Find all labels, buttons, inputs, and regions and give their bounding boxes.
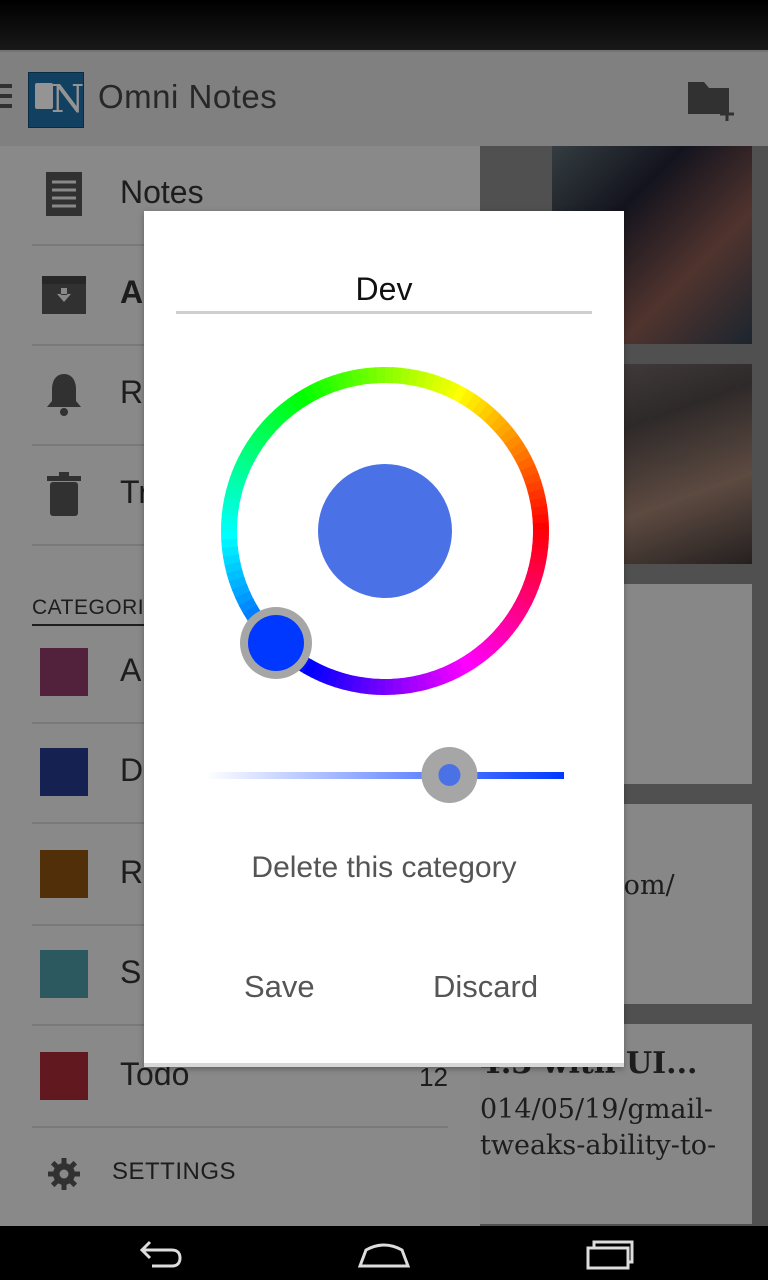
color-wheel[interactable] bbox=[220, 366, 550, 696]
category-name-input[interactable] bbox=[176, 267, 592, 314]
saturation-slider[interactable] bbox=[204, 747, 566, 803]
slider-thumb[interactable] bbox=[438, 764, 461, 786]
dialog-bottom-edge bbox=[144, 1063, 624, 1067]
navigation-bar bbox=[0, 1226, 768, 1280]
save-button[interactable]: Save bbox=[244, 969, 315, 1005]
discard-button[interactable]: Discard bbox=[433, 969, 538, 1005]
slider-track bbox=[206, 772, 564, 779]
selected-color-preview[interactable] bbox=[318, 464, 452, 598]
recents-icon[interactable] bbox=[580, 1234, 640, 1274]
home-icon[interactable] bbox=[354, 1234, 414, 1274]
category-dialog: Delete this category Save Discard bbox=[144, 211, 624, 1067]
back-icon[interactable] bbox=[130, 1234, 190, 1274]
delete-category-button[interactable]: Delete this category bbox=[144, 851, 624, 885]
hue-handle[interactable] bbox=[248, 615, 304, 671]
